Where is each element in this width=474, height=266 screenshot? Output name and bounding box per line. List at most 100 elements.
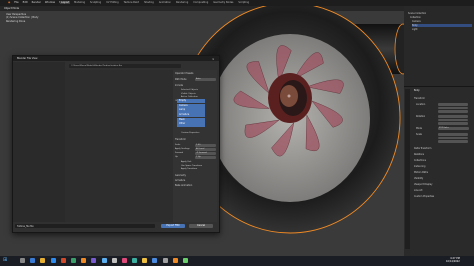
- rotation-label: Rotation: [416, 115, 426, 118]
- workspace-tab[interactable]: Shading: [143, 1, 155, 4]
- export-options-panel: Operator Presets Path Mode Auto Include …: [173, 70, 217, 222]
- section-transform[interactable]: Transform: [414, 97, 425, 100]
- properties-tabs[interactable]: [405, 89, 410, 249]
- object-type-item[interactable]: Other: [177, 122, 205, 127]
- location-label: Location: [416, 103, 426, 106]
- taskbar-app-icon[interactable]: [101, 258, 107, 263]
- rotation-field[interactable]: [438, 115, 468, 118]
- section-instancing[interactable]: Instancing: [414, 165, 425, 168]
- menu-file[interactable]: File: [14, 1, 18, 4]
- apply-scalings-select[interactable]: All Local: [195, 148, 216, 151]
- taskbar-app-icon[interactable]: [183, 258, 188, 263]
- taskbar-app-icon[interactable]: [70, 258, 76, 263]
- outliner-item[interactable]: Light: [412, 28, 472, 31]
- taskbar-app-icon[interactable]: [30, 258, 36, 263]
- workspace-tab[interactable]: Modeling: [73, 1, 86, 4]
- operator-presets[interactable]: Operator Presets: [175, 72, 193, 75]
- up-label: Up: [175, 156, 178, 158]
- location-field[interactable]: [438, 106, 468, 110]
- directory-path-field[interactable]: C:\Users\Marco\Models\Blender\Turbine\tu…: [69, 64, 181, 68]
- custom-properties-checkbox[interactable]: Custom Properties: [181, 132, 199, 135]
- up-select[interactable]: Y Up: [195, 156, 216, 159]
- file-export-dialog: Blender File View × C:\Users\Marco\Model…: [12, 55, 220, 233]
- main-menu: ◉ File Edit Render Window Help: [8, 1, 65, 4]
- apply-scalings-label: Apply Scalings: [175, 148, 190, 150]
- workspace-tab[interactable]: Compositing: [192, 1, 209, 4]
- outliner-item[interactable]: Scene Collection: [408, 12, 468, 15]
- scale-field[interactable]: 1.00: [195, 144, 216, 147]
- object-type-item[interactable]: Empty: [177, 99, 205, 104]
- export-button[interactable]: Export FBX: [161, 224, 185, 228]
- taskbar-app-icon[interactable]: [142, 258, 148, 263]
- section-armature[interactable]: Armature: [175, 179, 185, 182]
- scale-field[interactable]: [438, 133, 468, 136]
- location-field[interactable]: [438, 110, 468, 113]
- object-type-item[interactable]: Armature: [177, 113, 205, 118]
- taskbar-apps: [20, 258, 188, 263]
- apply-transform-checkbox[interactable]: Apply Transform: [181, 168, 197, 171]
- location-field[interactable]: [438, 103, 468, 106]
- taskbar-app-icon[interactable]: [111, 258, 117, 263]
- workspace-tab[interactable]: Sculpting: [89, 1, 102, 4]
- section-line-art[interactable]: Line Art: [414, 189, 423, 192]
- object-types-list: Empty Camera Lamp Armature Mesh Other: [177, 99, 205, 129]
- workspace-tab[interactable]: UV Editing: [105, 1, 119, 4]
- taskbar-app-icon[interactable]: [162, 258, 168, 263]
- section-delta-transform[interactable]: Delta Transform: [414, 147, 431, 150]
- file-list[interactable]: [65, 70, 185, 222]
- outliner-item-selected[interactable]: Body: [412, 24, 472, 27]
- taskbar-app-icon[interactable]: [91, 258, 97, 263]
- start-icon[interactable]: ⊞: [3, 258, 7, 263]
- object-type-item[interactable]: Lamp: [177, 108, 205, 113]
- outliner-item[interactable]: Camera: [412, 20, 472, 23]
- taskbar-clock[interactable]: 4:27 PM 10/14/2022: [446, 257, 460, 263]
- path-mode-select[interactable]: Auto: [195, 78, 216, 81]
- taskbar-app-icon[interactable]: [81, 258, 87, 263]
- scale-field[interactable]: [438, 140, 468, 143]
- scale-field[interactable]: [438, 136, 468, 140]
- include-label: Include: [175, 84, 183, 87]
- cancel-button[interactable]: Cancel: [189, 224, 213, 228]
- workspace-tab[interactable]: Animation: [158, 1, 172, 4]
- rotation-field[interactable]: [438, 122, 468, 125]
- taskbar-app-icon[interactable]: [60, 258, 66, 263]
- workspace-tab[interactable]: Rendering: [175, 1, 189, 4]
- taskbar-app-icon[interactable]: [40, 258, 46, 263]
- rotation-field[interactable]: [438, 118, 468, 122]
- blender-logo-icon[interactable]: ◉: [8, 1, 10, 4]
- section-bake-animation[interactable]: Bake Animation: [175, 184, 192, 187]
- taskbar-app-icon[interactable]: [152, 258, 158, 263]
- mode-select[interactable]: Object Mode: [4, 7, 19, 10]
- menu-window[interactable]: Window: [45, 1, 55, 4]
- section-geometry[interactable]: Geometry: [175, 174, 186, 177]
- section-collections[interactable]: Collections: [414, 159, 426, 162]
- section-custom-properties[interactable]: Custom Properties: [414, 195, 434, 198]
- taskbar-app-icon[interactable]: [121, 258, 127, 263]
- taskbar-app-icon[interactable]: [132, 258, 138, 263]
- object-name: Body: [414, 89, 420, 92]
- section-visibility[interactable]: Visibility: [414, 177, 423, 180]
- object-type-item[interactable]: Camera: [177, 103, 205, 108]
- section-viewport-display[interactable]: Viewport Display: [414, 183, 432, 186]
- filename-text: Turbine_fbx.fbx: [17, 224, 34, 228]
- rotation-mode-select[interactable]: XYZ Euler: [438, 127, 469, 130]
- workspace-tab[interactable]: Geometry Nodes: [212, 1, 234, 4]
- workspace-tab[interactable]: Texture Paint: [123, 1, 140, 4]
- taskbar-app-icon[interactable]: [20, 258, 25, 263]
- object-type-item[interactable]: Mesh: [177, 117, 205, 122]
- taskbar-app-icon[interactable]: [172, 258, 178, 263]
- close-icon[interactable]: ×: [212, 57, 215, 61]
- section-motion-paths[interactable]: Motion Paths: [414, 171, 428, 174]
- outliner-item[interactable]: Collection: [410, 16, 470, 19]
- taskbar-app-icon[interactable]: [50, 258, 56, 263]
- forward-select[interactable]: -Z Forward: [195, 152, 216, 155]
- filename-input[interactable]: Turbine_fbx.fbx: [15, 224, 155, 228]
- workspace-tab[interactable]: Layout: [60, 1, 71, 4]
- dialog-bookmarks[interactable]: [13, 62, 65, 222]
- workspace-tab[interactable]: Scripting: [237, 1, 250, 4]
- directory-path: C:\Users\Marco\Models\Blender\Turbine\tu…: [71, 64, 122, 67]
- section-relations[interactable]: Relations: [414, 153, 424, 156]
- section-transform[interactable]: Transform: [175, 138, 186, 141]
- menu-render[interactable]: Render: [32, 1, 41, 4]
- menu-edit[interactable]: Edit: [23, 1, 28, 4]
